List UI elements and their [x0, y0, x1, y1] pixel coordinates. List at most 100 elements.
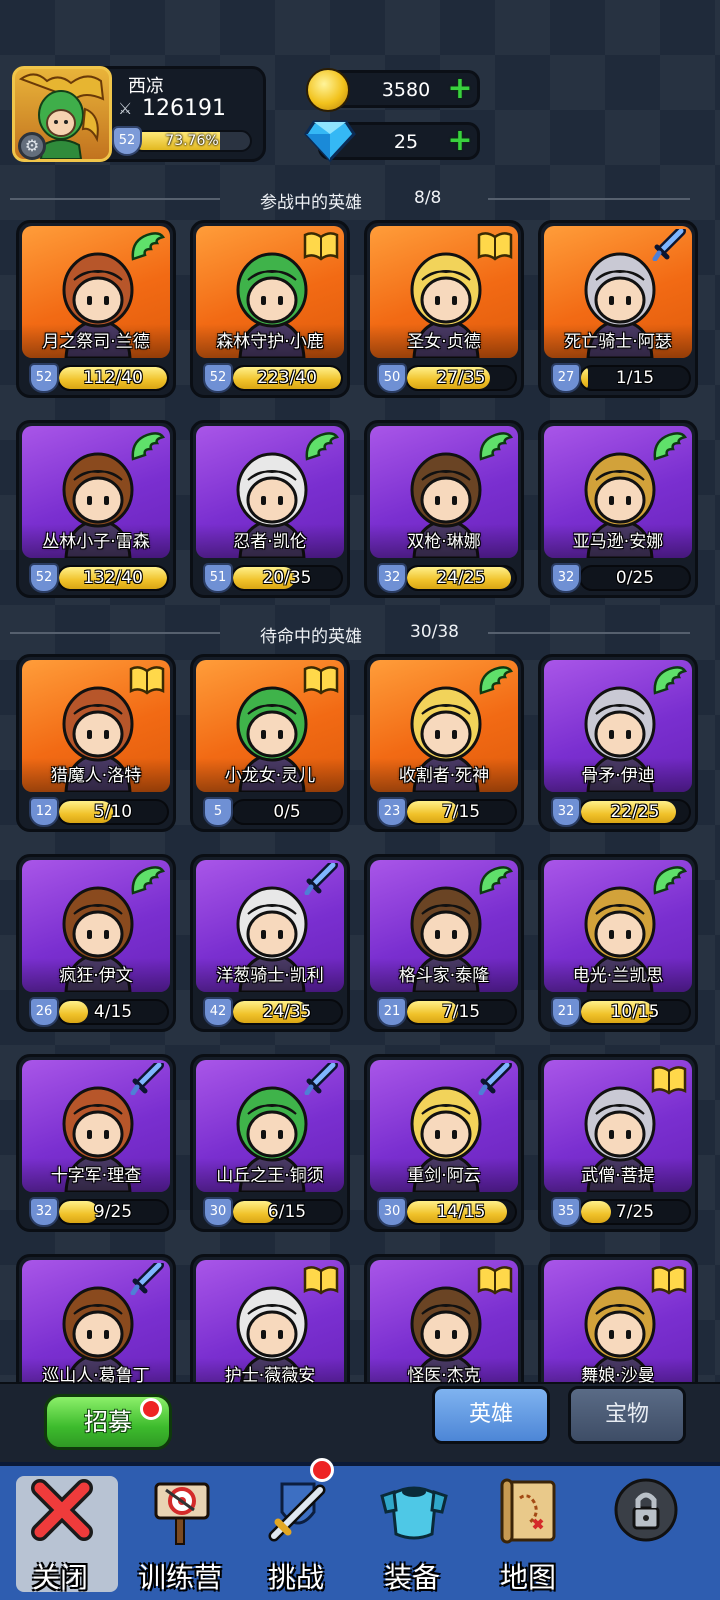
- hero-card[interactable]: 疯狂·伊文 26 4/15: [16, 854, 176, 1032]
- hero-level-badge: 21: [551, 997, 581, 1027]
- nav-equipment[interactable]: 装备: [352, 1470, 472, 1600]
- combat-power: 126191: [142, 96, 226, 121]
- hero-card[interactable]: 丛林小子·雷森 52 132/40: [16, 420, 176, 598]
- hero-shard-count: 5/10: [93, 802, 133, 822]
- settings-gear-icon[interactable]: ⚙: [18, 132, 46, 160]
- hero-shard-progress-bar: 24/35: [231, 999, 343, 1025]
- training-dummy-icon: [154, 1482, 210, 1545]
- sword-icon: [651, 226, 687, 262]
- nav-close[interactable]: 关闭: [0, 1470, 120, 1600]
- nav-training-camp[interactable]: 训练营: [120, 1470, 240, 1600]
- hero-card[interactable]: 格斗家·泰隆 21 7/15: [364, 854, 524, 1032]
- hero-shard-progress-bar: 223/40: [231, 365, 343, 391]
- hero-level-badge: 12: [29, 797, 59, 827]
- hero-shard-count: 132/40: [83, 568, 143, 588]
- hero-level-badge: 32: [551, 797, 581, 827]
- book-icon: [303, 1263, 339, 1295]
- hero-card[interactable]: 月之祭司·兰德 52 112/40: [16, 220, 176, 398]
- standby-heroes-title: 待命中的英雄: [260, 627, 362, 647]
- hero-card[interactable]: 电光·兰凯思 21 10/15: [538, 854, 698, 1032]
- hero-name: 猎魔人·洛特: [50, 766, 142, 786]
- hero-shard-progress-bar: 22/25: [579, 799, 691, 825]
- wing-icon: [651, 429, 688, 461]
- sword-shield-icon: [268, 1482, 326, 1542]
- hero-shard-progress-bar: 5/10: [57, 799, 169, 825]
- hero-name: 死亡骑士·阿瑟: [564, 332, 672, 352]
- hero-shard-progress-bar: 14/15: [405, 1199, 517, 1225]
- hero-level-badge: 30: [377, 1197, 407, 1227]
- gold-coin-icon: [306, 68, 350, 112]
- hero-name: 十字军·理查: [50, 1166, 142, 1186]
- hero-name: 护士·薇薇安: [224, 1366, 316, 1386]
- hero-shard-count: 7/15: [441, 802, 481, 822]
- hero-name: 月之祭司·兰德: [42, 332, 150, 352]
- hero-level-badge: 5: [203, 797, 233, 827]
- hero-level-badge: 42: [203, 997, 233, 1027]
- hero-level-badge: 52: [29, 563, 59, 593]
- hero-card[interactable]: 武僧·菩提 35 7/25: [538, 1054, 698, 1232]
- hero-name: 武僧·菩提: [581, 1166, 655, 1186]
- nav-challenge-label: 挑战: [267, 1561, 324, 1594]
- hero-shard-progress-bar: 4/15: [57, 999, 169, 1025]
- book-icon: [129, 663, 165, 695]
- book-icon: [651, 1063, 687, 1095]
- hero-card[interactable]: 山丘之王·铜须 30 6/15: [190, 1054, 350, 1232]
- hero-name: 怪医·杰克: [407, 1366, 481, 1386]
- gold-amount: 3580: [381, 79, 431, 101]
- hero-card[interactable]: 森林守护·小鹿 52 223/40: [190, 220, 350, 398]
- hero-shard-progress-bar: 1/15: [579, 365, 691, 391]
- hero-level-badge: 27: [551, 363, 581, 393]
- hero-shard-count: 223/40: [257, 368, 317, 388]
- hero-card[interactable]: 死亡骑士·阿瑟 27 1/15: [538, 220, 698, 398]
- hero-card[interactable]: 洋葱骑士·凯利 42 24/35: [190, 854, 350, 1032]
- hero-shard-count: 27/35: [436, 368, 486, 388]
- hero-level-badge: 35: [551, 1197, 581, 1227]
- add-gems-button[interactable]: +: [447, 126, 473, 156]
- nav-equipment-label: 装备: [383, 1561, 440, 1594]
- hero-shard-progress-bar: 7/25: [579, 1199, 691, 1225]
- hero-name: 收割者·死神: [398, 766, 490, 786]
- active-heroes-divider: 参战中的英雄 8/8: [10, 184, 690, 214]
- hero-shard-progress-bar: 7/15: [405, 799, 517, 825]
- hero-shard-count: 14/15: [436, 1202, 486, 1222]
- tab-treasure[interactable]: 宝物: [568, 1386, 686, 1444]
- nav-close-label: 关闭: [31, 1561, 88, 1594]
- armor-icon: [380, 1486, 448, 1540]
- hero-level-badge: 32: [551, 563, 581, 593]
- hero-name: 巡山人·葛鲁丁: [42, 1366, 150, 1386]
- hero-card[interactable]: 骨矛·伊迪 32 22/25: [538, 654, 698, 832]
- player-name: 西凉: [128, 76, 164, 97]
- nav-challenge[interactable]: 挑战: [236, 1470, 356, 1600]
- wing-icon: [477, 863, 514, 895]
- hero-card[interactable]: 收割者·死神 23 7/15: [364, 654, 524, 832]
- nav-training-label: 训练营: [137, 1561, 222, 1594]
- hero-card[interactable]: 亚马逊·安娜 32 0/25: [538, 420, 698, 598]
- hero-level-badge: 26: [29, 997, 59, 1027]
- hero-shard-count: 22/25: [610, 802, 660, 822]
- hero-shard-count: 10/15: [610, 1002, 660, 1022]
- hero-name: 亚马逊·安娜: [572, 532, 664, 552]
- hero-card[interactable]: 十字军·理查 32 9/25: [16, 1054, 176, 1232]
- hero-card[interactable]: 忍者·凯伦 51 20/35: [190, 420, 350, 598]
- hero-shard-progress-bar: 112/40: [57, 365, 169, 391]
- book-icon: [303, 663, 339, 695]
- hero-shard-progress-bar: 20/35: [231, 565, 343, 591]
- hero-shard-count: 1/15: [615, 368, 655, 388]
- hero-card[interactable]: 双枪·琳娜 32 24/25: [364, 420, 524, 598]
- tab-heroes[interactable]: 英雄: [432, 1386, 550, 1444]
- hero-card[interactable]: 重剑·阿云 30 14/15: [364, 1054, 524, 1232]
- hero-shard-count: 0/5: [273, 802, 301, 822]
- add-gold-button[interactable]: +: [447, 74, 473, 104]
- hero-card[interactable]: 猎魔人·洛特 12 5/10: [16, 654, 176, 832]
- book-icon: [477, 229, 513, 261]
- diamond-gem-icon: [304, 120, 356, 162]
- hero-card[interactable]: 圣女·贞德 50 27/35: [364, 220, 524, 398]
- hero-name: 圣女·贞德: [407, 332, 481, 352]
- nav-locked-feature[interactable]: [584, 1470, 704, 1600]
- wing-icon: [129, 863, 166, 895]
- hero-card[interactable]: 小龙女·灵儿 5 0/5: [190, 654, 350, 832]
- nav-map[interactable]: 地图: [468, 1470, 588, 1600]
- hero-name: 疯狂·伊文: [59, 966, 133, 986]
- wing-icon: [303, 429, 340, 461]
- wing-icon: [129, 229, 166, 261]
